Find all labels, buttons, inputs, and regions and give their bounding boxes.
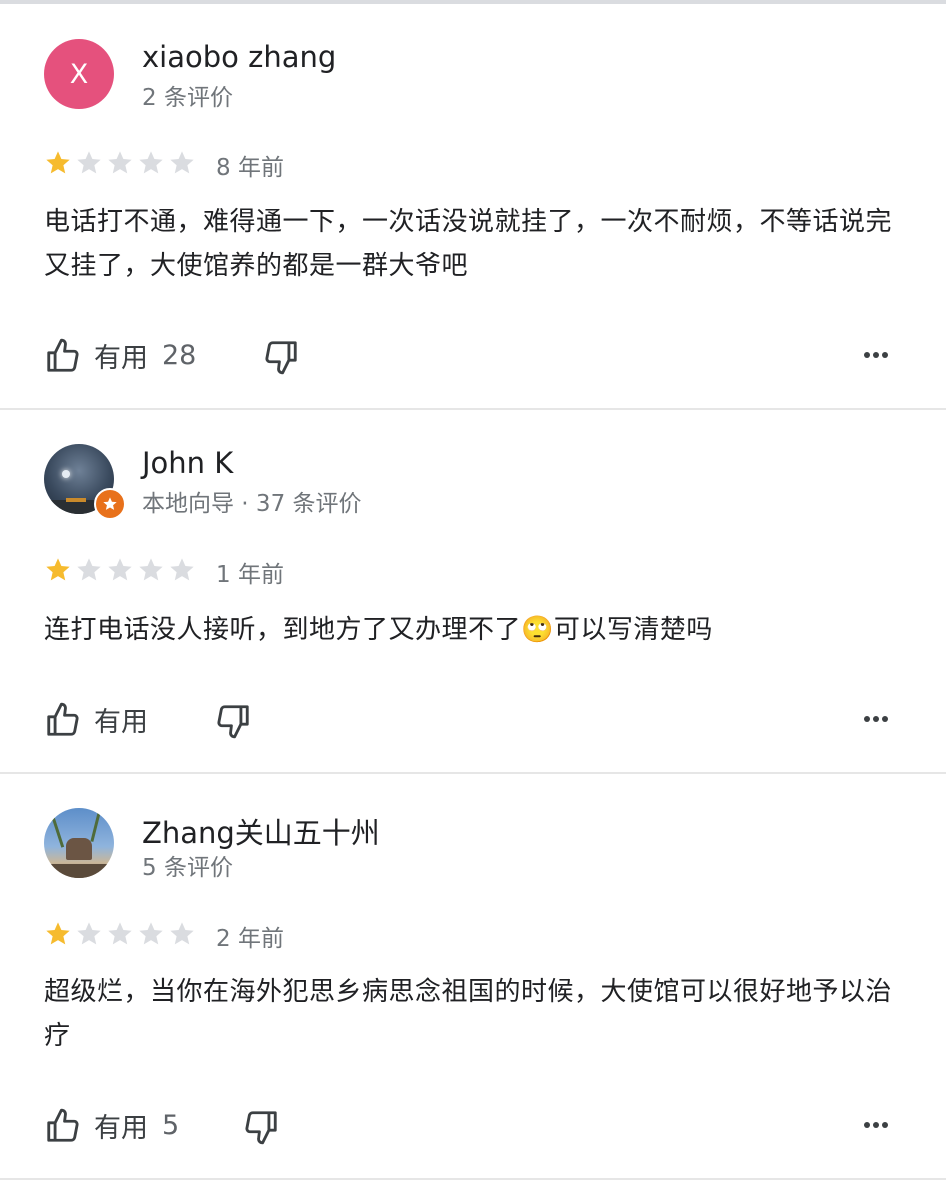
not-helpful-button[interactable]: [242, 1108, 280, 1146]
avatar[interactable]: [44, 444, 126, 520]
review-text: 连打电话没人接听，到地方了又办理不了🙄可以写清楚吗: [44, 615, 713, 645]
star-icon: [139, 558, 163, 581]
author-name[interactable]: John K: [142, 446, 233, 480]
thumb-up-icon: [47, 702, 79, 736]
thumb-down-icon: [265, 341, 297, 375]
avatar-letter: X: [44, 39, 114, 109]
helpful-count: 28: [162, 340, 197, 371]
review-text: 超级烂，当你在海外犯思乡病思念祖国的时候，大使馆可以很好地予以治疗: [44, 977, 893, 1051]
thumb-down-icon: [245, 1111, 277, 1145]
helpful-label: 有用: [94, 343, 148, 374]
star-icon: [139, 151, 163, 174]
star-icon: [77, 558, 101, 581]
author-name[interactable]: xiaobo zhang: [142, 40, 336, 74]
author-meta: 2 条评价: [142, 85, 233, 111]
author-meta: 5 条评价: [142, 855, 233, 881]
author-meta: 本地向导 · 37 条评价: [142, 491, 362, 517]
review-time: 2 年前: [216, 926, 284, 952]
star-icon: [46, 558, 70, 581]
author-name[interactable]: Zhang关山五十州: [142, 810, 380, 852]
not-helpful-button[interactable]: [262, 338, 300, 376]
star-icon: [46, 151, 70, 174]
helpful-button[interactable]: 有用 28: [44, 336, 196, 375]
star-icon: [108, 558, 132, 581]
star-icon: [170, 922, 194, 945]
thumb-up-icon: [47, 1108, 79, 1142]
star-icon: [108, 151, 132, 174]
review-text: 电话打不通，难得通一下，一次话没说就挂了，一次不耐烦，不等话说完又挂了，大使馆养…: [44, 207, 893, 281]
review-time: 8 年前: [216, 155, 284, 181]
more-icon[interactable]: [858, 345, 898, 365]
star-icon: [170, 558, 194, 581]
review-card: Zhang关山五十州 5 条评价 2 年前 超级烂，当你在海外犯思乡病思念祖国的…: [0, 774, 946, 1178]
avatar-photo: [44, 808, 114, 878]
review-card: X xiaobo zhang 2 条评价 8 年前 电话打不通，难得通一下，一次…: [0, 0, 946, 408]
star-icon: [108, 922, 132, 945]
local-guide-badge-icon: [94, 488, 126, 520]
star-icon: [170, 151, 194, 174]
helpful-button[interactable]: 有用 5: [44, 1106, 179, 1145]
divider: [0, 1178, 946, 1180]
helpful-label: 有用: [94, 1113, 148, 1144]
helpful-button[interactable]: 有用: [44, 700, 148, 739]
thumb-up-icon: [47, 338, 79, 372]
review-time: 1 年前: [216, 562, 284, 588]
star-icon: [77, 151, 101, 174]
avatar[interactable]: [44, 808, 114, 878]
helpful-label: 有用: [94, 707, 148, 738]
avatar[interactable]: X: [44, 39, 114, 109]
star-rating: [44, 920, 196, 948]
star-icon: [46, 922, 70, 945]
thumb-down-icon: [217, 705, 249, 739]
helpful-count: 5: [162, 1110, 180, 1141]
star-icon: [77, 922, 101, 945]
star-rating: [44, 556, 196, 584]
not-helpful-button[interactable]: [214, 702, 252, 740]
star-rating: [44, 149, 196, 177]
more-icon[interactable]: [858, 1115, 898, 1135]
more-icon[interactable]: [858, 709, 898, 729]
star-icon: [139, 922, 163, 945]
review-card: John K 本地向导 · 37 条评价 1 年前 连打电话没人接听，到地方了又…: [0, 410, 946, 772]
